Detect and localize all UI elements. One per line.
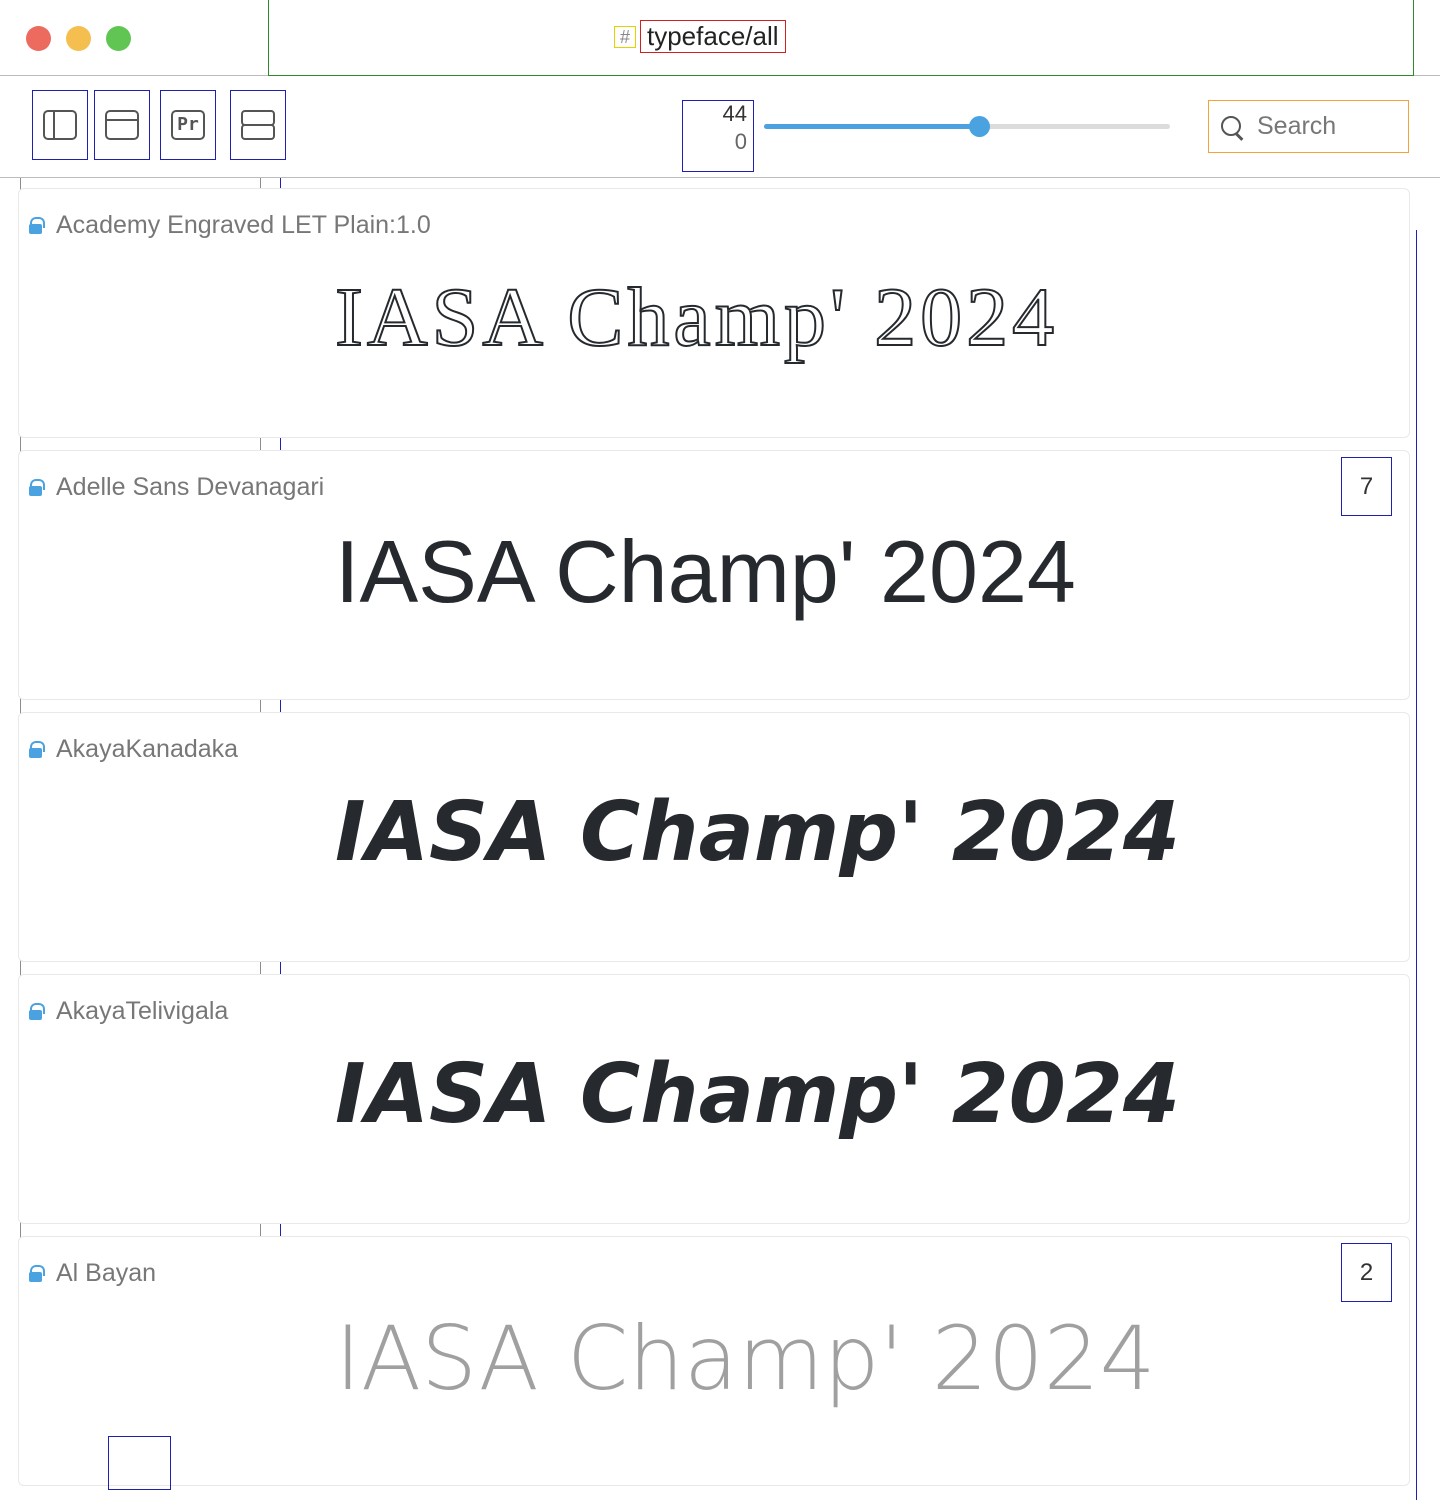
font-sample: IASA Champ' 2024 [335,1307,1156,1410]
font-label: AkayaKanadaka [29,735,238,764]
bottom-button[interactable] [108,1436,171,1490]
search-placeholder: Search [1257,112,1337,140]
window-title-group: # typeface/all [614,20,786,53]
font-size-value: 44 [722,101,747,126]
font-name: Academy Engraved LET Plain:1.0 [56,211,431,239]
title-area [268,0,1414,76]
font-list: Academy Engraved LET Plain:1.0 IASA Cham… [0,178,1440,1500]
lock-icon [29,217,45,234]
vertical-scrollbar[interactable] [1416,230,1440,1500]
font-name: Al Bayan [56,1259,157,1287]
preview-text-button[interactable]: Pr [160,90,216,160]
font-label: Al Bayan [29,1259,156,1288]
title-bar: # typeface/all [0,0,1440,76]
slider-fill [764,124,980,129]
style-count-badge[interactable]: 7 [1341,457,1392,516]
font-sample: IASA Champ' 2024 [335,1047,1180,1142]
font-size-field[interactable]: 44 0 [682,100,754,172]
font-name: Adelle Sans Devanagari [56,473,325,501]
minimize-window-button[interactable] [66,26,91,51]
style-count-badge[interactable]: 2 [1341,1243,1392,1302]
font-label: Academy Engraved LET Plain:1.0 [29,211,431,240]
hash-icon: # [614,25,636,48]
font-card[interactable]: Al Bayan 2 IASA Champ' 2024 [18,1236,1410,1486]
search-icon [1221,115,1243,138]
font-card[interactable]: Adelle Sans Devanagari 7 IASA Champ' 202… [18,450,1410,700]
close-window-button[interactable] [26,26,51,51]
slider-thumb[interactable] [969,116,991,137]
sidebar-toggle-button[interactable] [32,90,88,160]
lock-icon [29,741,45,758]
font-card[interactable]: AkayaTelivigala IASA Champ' 2024 [18,974,1410,1224]
font-size-secondary: 0 [734,129,747,154]
font-sample: IASA Champ' 2024 [335,522,1076,621]
lock-icon [29,1003,45,1020]
font-label: AkayaTelivigala [29,997,228,1026]
zoom-window-button[interactable] [106,26,131,51]
toolbar: Pr 44 0 Search [0,76,1440,178]
window-title: typeface/all [640,20,786,53]
font-label: Adelle Sans Devanagari [29,473,324,502]
font-size-slider[interactable] [764,116,1170,137]
sidebar-icon [43,110,77,140]
font-card[interactable]: AkayaKanadaka IASA Champ' 2024 [18,712,1410,962]
split-icon [241,110,275,140]
font-card[interactable]: Academy Engraved LET Plain:1.0 IASA Cham… [18,188,1410,438]
font-name: AkayaTelivigala [56,997,229,1025]
font-name: AkayaKanadaka [56,735,239,763]
window-icon [105,110,139,140]
pr-icon: Pr [171,110,205,140]
layout-button[interactable] [230,90,286,160]
window-button[interactable] [94,90,150,160]
search-field[interactable]: Search [1208,100,1409,153]
font-sample: IASA Champ' 2024 [335,785,1180,880]
font-sample: IASA Champ' 2024 [334,270,1059,365]
lock-icon [29,1265,45,1282]
lock-icon [29,479,45,496]
